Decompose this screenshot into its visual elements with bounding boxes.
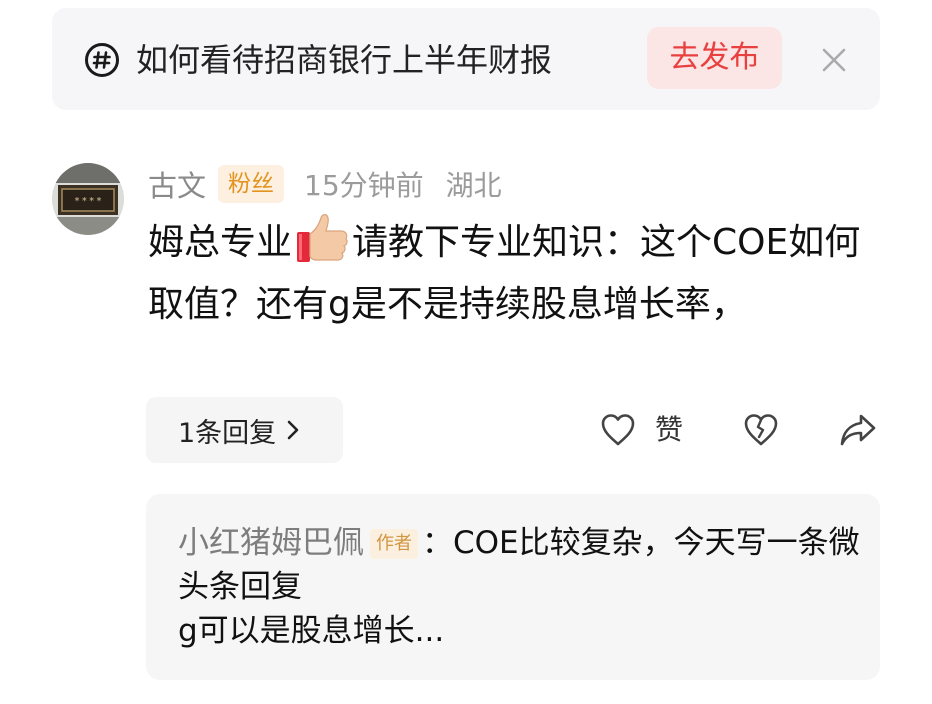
topic-banner[interactable]: 如何看待招商银行上半年财报 去发布 xyxy=(52,8,880,110)
topic-title[interactable]: 如何看待招商银行上半年财报 xyxy=(136,38,552,82)
hashtag-circle-icon xyxy=(85,43,119,77)
heart-outline-icon[interactable] xyxy=(600,412,636,448)
comment-time: 15分钟前 xyxy=(304,169,424,202)
thumbs-up-icon xyxy=(297,214,348,262)
reply-line-2: g可以是股息增长... xyxy=(178,613,445,649)
reply-author[interactable]: 小红猪姆巴佩 xyxy=(178,525,364,561)
author-tag: 作者 xyxy=(370,529,418,559)
avatar-icon: * * * * xyxy=(52,163,124,235)
reply-count-button[interactable]: 1条回复 xyxy=(146,397,343,463)
svg-text:* * * *: * * * * xyxy=(75,197,102,207)
user-name[interactable]: 古文 xyxy=(148,163,206,205)
comment-text: 姆总专业 请教下专业知识：这个COE如何取值？还有g是不是持续股息增长率， xyxy=(148,210,888,336)
publish-button[interactable]: 去发布 xyxy=(647,27,782,89)
comment-meta: 古文 粉丝 15分钟前 湖北 xyxy=(148,163,502,205)
broken-heart-icon[interactable] xyxy=(743,412,779,448)
comment-location: 湖北 xyxy=(445,169,502,202)
close-icon[interactable] xyxy=(818,44,850,76)
reply-line-1: 小红猪姆巴佩 作者 ：COE比较复杂，今天写一条微头条回复 xyxy=(178,521,868,609)
chevron-right-icon xyxy=(287,420,299,440)
share-arrow-icon[interactable] xyxy=(839,412,877,448)
avatar[interactable]: * * * * xyxy=(52,163,124,235)
reply-text: 小红猪姆巴佩 作者 ：COE比较复杂，今天写一条微头条回复 g可以是股息增长... xyxy=(178,521,868,653)
fan-badge: 粉丝 xyxy=(218,165,285,203)
reply-preview[interactable]: 小红猪姆巴佩 作者 ：COE比较复杂，今天写一条微头条回复 g可以是股息增长... xyxy=(146,494,880,680)
like-label[interactable]: 赞 xyxy=(655,410,683,450)
reply-count-label: 1条回复 xyxy=(178,417,277,449)
comment-text-part-1: 姆总专业 xyxy=(148,222,293,263)
